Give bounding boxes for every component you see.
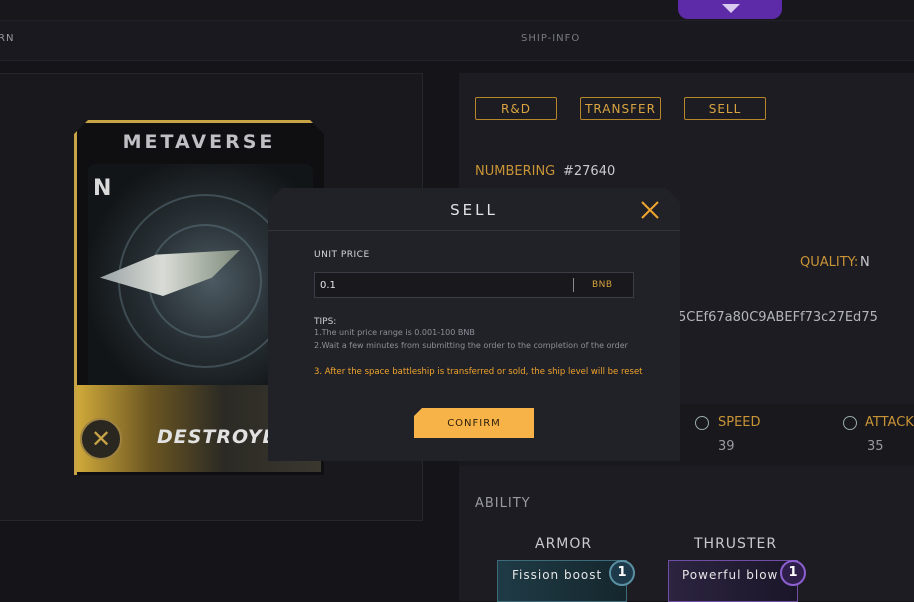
stat-label-speed: SPEED [718,415,761,430]
attack-icon [843,416,857,430]
chevron-down-icon [722,4,740,13]
tips-title: TIPS: [314,317,337,327]
tip-item: 2.Wait a few minutes from submitting the… [314,341,628,350]
speed-icon [695,416,709,430]
ability-card-thruster[interactable]: Powerful blow [668,560,798,602]
stat-label-attack: ATTACK [865,415,914,430]
tip-item: 1.The unit price range is 0.001-100 BNB [314,328,475,337]
close-icon [641,201,659,219]
card-title: METAVERSE [122,131,276,153]
numbering-label: NUMBERING [475,164,556,179]
ability-slot-thruster: THRUSTER [694,536,778,552]
ability-card-armor[interactable]: Fission boost [497,560,627,602]
owner-address: 5CEf67a80C9ABEFf73c27Ed75 [678,310,878,325]
quality-label: QUALITY: [800,255,859,270]
stat-value-speed: 39 [718,439,735,454]
tip-warning: 3. After the space battleship is transfe… [314,367,643,377]
transfer-button[interactable]: TRANSFER [580,97,661,120]
ability-level-badge: 1 [609,560,635,586]
sub-header [0,21,914,61]
quality-value: N [860,255,870,270]
field-divider [573,278,574,292]
confirm-button[interactable]: CONFIRM [414,408,534,438]
card-quality-letter: N [93,176,112,201]
ability-slot-armor: ARMOR [535,536,593,552]
modal-title: SELL [450,201,498,219]
close-button[interactable] [639,199,661,221]
ability-level-badge: 1 [780,560,806,586]
stat-value-attack: 35 [867,439,884,454]
collapse-tab[interactable] [678,0,782,19]
unit-price-label: UNIT PRICE [314,250,370,260]
faction-emblem-icon: ✕ [80,418,122,460]
currency-label: BNB [592,280,613,290]
unit-price-input[interactable] [318,276,570,294]
rd-button[interactable]: R&D [475,97,557,120]
page-title: SHIP-INFO [521,33,581,44]
modal-divider [268,230,680,231]
ability-section-title: ABILITY [475,496,531,511]
numbering-value: #27640 [563,164,616,179]
ability-name: Powerful blow [682,568,779,582]
ability-name: Fission boost [512,568,603,582]
sell-button[interactable]: SELL [684,97,766,120]
return-link[interactable]: RN [0,33,14,44]
